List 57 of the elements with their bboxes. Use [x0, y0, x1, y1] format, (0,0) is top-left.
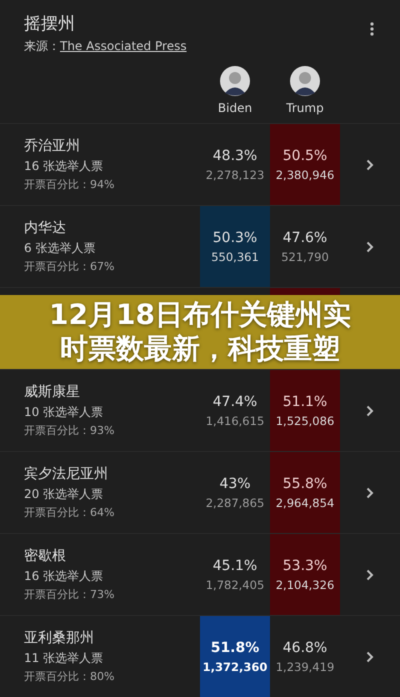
chevron-right-icon[interactable]	[366, 404, 374, 416]
vote-percentage: 47.4%	[212, 392, 258, 412]
reporting-percentage: 开票百分比：80%	[24, 668, 116, 684]
reporting-percentage: 开票百分比：67%	[24, 258, 116, 274]
vote-count: 1,372,360	[202, 658, 268, 676]
electoral-votes: 6 张选举人票	[24, 240, 96, 256]
vote-percentage: 50.3%	[212, 228, 258, 248]
chevron-right-icon[interactable]	[366, 568, 374, 580]
vote-percentage: 50.5%	[282, 146, 328, 166]
vote-percentage: 55.8%	[282, 474, 328, 494]
source-label: 来源：	[24, 38, 60, 54]
vote-count: 2,964,854	[276, 494, 334, 512]
vote-count: 2,287,865	[206, 494, 264, 512]
chevron-right-icon[interactable]	[366, 486, 374, 498]
vote-percentage: 45.1%	[212, 556, 258, 576]
vote-count: 2,104,326	[276, 576, 334, 594]
vote-count: 2,380,946	[276, 166, 334, 184]
vote-percentage: 46.8%	[282, 638, 328, 658]
vote-percentage: 51.8%	[210, 638, 260, 658]
state-name: 乔治亚州	[24, 136, 81, 156]
electoral-votes: 10 张选举人票	[24, 404, 104, 420]
vote-count: 1,525,086	[276, 412, 334, 430]
vote-count: 1,239,419	[276, 658, 334, 676]
state-name: 威斯康星	[24, 382, 81, 402]
reporting-percentage: 开票百分比：93%	[24, 422, 116, 438]
source-link[interactable]: The Associated Press	[60, 38, 187, 54]
electoral-votes: 16 张选举人票	[24, 158, 104, 174]
electoral-votes: 16 张选举人票	[24, 568, 104, 584]
vote-percentage: 53.3%	[282, 556, 328, 576]
chevron-right-icon[interactable]	[366, 240, 374, 252]
reporting-percentage: 开票百分比：94%	[24, 176, 116, 192]
candidate-name: Biden	[218, 100, 252, 116]
electoral-votes: 11 张选举人票	[24, 650, 104, 666]
vote-percentage: 48.3%	[212, 146, 258, 166]
candidate-name: Trump	[286, 100, 324, 116]
section-title: 摇摆州	[24, 13, 76, 36]
vote-percentage: 51.1%	[282, 392, 328, 412]
vote-count: 1,782,405	[206, 576, 264, 594]
avatar-icon	[290, 66, 320, 96]
state-name: 宾夕法尼亚州	[24, 464, 109, 484]
vote-percentage: 43%	[219, 474, 251, 494]
chevron-right-icon[interactable]	[366, 650, 374, 662]
more-icon[interactable]	[370, 22, 374, 36]
state-name: 密歇根	[24, 546, 67, 566]
reporting-percentage: 开票百分比：64%	[24, 504, 116, 520]
vote-percentage: 47.6%	[282, 228, 328, 248]
banner-headline: 12月18日布什关键州实时票数最新，科技重塑	[48, 298, 352, 366]
avatar-icon	[220, 66, 250, 96]
vote-count: 521,790	[281, 248, 329, 266]
vote-count: 2,278,123	[206, 166, 264, 184]
state-name: 亚利桑那州	[24, 628, 95, 648]
reporting-percentage: 开票百分比：73%	[24, 586, 116, 602]
electoral-votes: 20 张选举人票	[24, 486, 104, 502]
vote-count: 1,416,615	[206, 412, 264, 430]
vote-count: 550,361	[211, 248, 259, 266]
chevron-right-icon[interactable]	[366, 158, 374, 170]
state-name: 内华达	[24, 218, 67, 238]
